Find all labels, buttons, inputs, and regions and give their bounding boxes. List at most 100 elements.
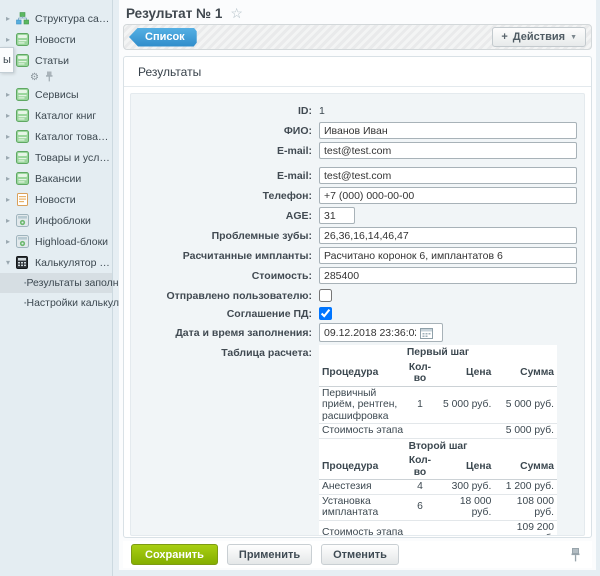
toolbar: Список + Действия ▼ xyxy=(123,24,592,50)
footer-bar: Сохранить Применить Отменить xyxy=(123,541,592,568)
email1-input[interactable] xyxy=(319,142,577,159)
form-body: ID: 1 ФИО: E-mail: E-mail: Телефон: AGE: xyxy=(130,93,585,536)
field-label-sent: Отправлено пользователю: xyxy=(131,290,319,302)
sidebar-subitem-11-1[interactable]: ▪Настройки калькулятора xyxy=(0,293,112,313)
infoblock-icon xyxy=(16,109,31,122)
age-input[interactable] xyxy=(319,207,355,224)
datetime-input[interactable] xyxy=(320,325,420,340)
field-label-implants: Расчитанные импланты: xyxy=(131,250,319,262)
sidebar-item-label: Новости xyxy=(35,194,76,206)
sidebar-item-0[interactable]: ▸ Структура сайта xyxy=(0,8,112,29)
favorite-star-icon[interactable]: ☆ xyxy=(230,5,243,22)
infoblock-icon xyxy=(16,88,31,101)
cancel-button[interactable]: Отменить xyxy=(321,544,399,565)
sidebar-item-4[interactable]: ▸ Каталог книг xyxy=(0,105,112,126)
save-button[interactable]: Сохранить xyxy=(131,544,218,565)
triangle-collapsed-icon[interactable]: ▸ xyxy=(6,132,16,141)
step-total-row: Стоимость этапа109 200 руб. xyxy=(319,520,557,536)
sidebar-item-label: Каталог товаров 1С xyxy=(35,131,112,143)
main-area: Результат № 1 ☆ Список + Действия ▼ Резу… xyxy=(119,0,596,570)
sidebar-flyout-text: ы xyxy=(3,54,11,66)
field-label-id: ID: xyxy=(131,105,319,117)
pin-small-icon[interactable] xyxy=(46,71,53,85)
sidebar-item-9[interactable]: ▸ Инфоблоки xyxy=(0,210,112,231)
sidebar-item-label: Сервисы xyxy=(35,89,79,101)
problem-teeth-input[interactable] xyxy=(319,227,577,244)
datetime-field xyxy=(319,323,443,342)
doc-icon xyxy=(16,193,31,206)
back-to-list-button[interactable]: Список xyxy=(129,28,197,47)
calculation-table: Первый шаг ПроцедураКол-воЦенаСумма Первич… xyxy=(319,345,557,536)
infoblock-icon xyxy=(16,172,31,185)
table-row: Установка имплантата618 000 руб.108 000 … xyxy=(319,494,557,520)
triangle-collapsed-icon[interactable]: ▸ xyxy=(6,153,16,162)
field-label-email1: E-mail: xyxy=(131,145,319,157)
triangle-collapsed-icon[interactable]: ▸ xyxy=(6,216,16,225)
pd-agreement-checkbox[interactable] xyxy=(319,307,332,320)
field-value-id: 1 xyxy=(319,105,325,117)
fio-input[interactable] xyxy=(319,122,577,139)
sidebar-item-5[interactable]: ▸ Каталог товаров 1С xyxy=(0,126,112,147)
triangle-collapsed-icon[interactable]: ▸ xyxy=(6,35,16,44)
field-label-teeth: Проблемные зубы: xyxy=(131,230,319,242)
form-panel: Результаты ID: 1 ФИО: E-mail: E-mail: Те… xyxy=(123,56,592,538)
sidebar: ▸Структура сайта▸Новости▸Статьи⚙▸Сервисы… xyxy=(0,0,113,576)
triangle-collapsed-icon[interactable]: ▸ xyxy=(6,111,16,120)
sidebar-item-tools: ⚙ xyxy=(0,71,112,84)
gear-icon[interactable]: ⚙ xyxy=(30,72,39,83)
page-title: Результат № 1 xyxy=(126,6,222,21)
sidebar-item-label: Инфоблоки xyxy=(35,215,91,227)
field-label-cost: Стоимость: xyxy=(131,270,319,282)
sidebar-item-8[interactable]: ▸ Новости xyxy=(0,189,112,210)
sidebar-item-label: Структура сайта xyxy=(35,13,112,25)
plus-icon: + xyxy=(501,31,507,43)
tab-results[interactable]: Результаты xyxy=(124,57,591,87)
triangle-collapsed-icon[interactable]: ▸ xyxy=(6,174,16,183)
implants-input[interactable] xyxy=(319,247,577,264)
sidebar-item-11[interactable]: ▾Калькулятор импантатов xyxy=(0,252,112,273)
sidebar-subitem-11-0[interactable]: ▪Результаты заполнения xyxy=(0,273,112,293)
infoblock-icon xyxy=(16,54,31,67)
cost-input[interactable] xyxy=(319,267,577,284)
field-label-datetime: Дата и время заполнения: xyxy=(131,327,319,339)
infoblock-icon xyxy=(16,130,31,143)
table-row: Первичный приём, рентген, расшифровка15 … xyxy=(319,386,557,424)
sitemap-icon xyxy=(16,12,31,25)
infoblock-icon xyxy=(16,33,31,46)
table-header-row: ПроцедураКол-воЦенаСумма xyxy=(319,454,557,480)
sidebar-item-2[interactable]: ▸Статьи xyxy=(0,50,112,71)
sidebar-item-3[interactable]: ▸ Сервисы xyxy=(0,84,112,105)
field-label-age: AGE: xyxy=(131,210,319,222)
sidebar-item-label: Highload-блоки xyxy=(35,236,108,248)
settings-block-icon xyxy=(16,214,31,227)
sidebar-menu: ▸Структура сайта▸Новости▸Статьи⚙▸Сервисы… xyxy=(0,8,112,313)
triangle-expanded-icon[interactable]: ▾ xyxy=(6,258,16,267)
field-label-fio: ФИО: xyxy=(131,125,319,137)
sidebar-item-label: Каталог книг xyxy=(35,110,96,122)
sidebar-item-label: Статьи xyxy=(35,55,69,67)
field-label-email2: E-mail: xyxy=(131,170,319,182)
sidebar-flyout: ы xyxy=(0,47,14,73)
settings-block-icon xyxy=(16,235,31,248)
step-title-row: Первый шаг xyxy=(319,345,557,361)
triangle-collapsed-icon[interactable]: ▸ xyxy=(6,195,16,204)
triangle-collapsed-icon[interactable]: ▸ xyxy=(6,90,16,99)
sidebar-item-6[interactable]: ▸ Товары и услуги xyxy=(0,147,112,168)
sent-to-user-checkbox[interactable] xyxy=(319,289,332,302)
table-row: Анестезия4300 руб.1 200 руб. xyxy=(319,480,557,495)
email2-input[interactable] xyxy=(319,167,577,184)
sidebar-item-7[interactable]: ▸Вакансии xyxy=(0,168,112,189)
sidebar-item-10[interactable]: ▸ Highload-блоки xyxy=(0,231,112,252)
triangle-collapsed-icon[interactable]: ▸ xyxy=(6,237,16,246)
pin-icon[interactable] xyxy=(571,548,580,565)
actions-dropdown-button[interactable]: + Действия ▼ xyxy=(492,27,586,47)
triangle-collapsed-icon[interactable]: ▸ xyxy=(6,14,16,23)
step-total-row: Стоимость этапа5 000 руб. xyxy=(319,424,557,439)
calendar-icon[interactable] xyxy=(420,327,433,339)
sidebar-item-1[interactable]: ▸Новости xyxy=(0,29,112,50)
phone-input[interactable] xyxy=(319,187,577,204)
sidebar-item-label: Товары и услуги xyxy=(35,152,112,164)
apply-button[interactable]: Применить xyxy=(227,544,312,565)
field-label-phone: Телефон: xyxy=(131,190,319,202)
infoblock-icon xyxy=(16,151,31,164)
